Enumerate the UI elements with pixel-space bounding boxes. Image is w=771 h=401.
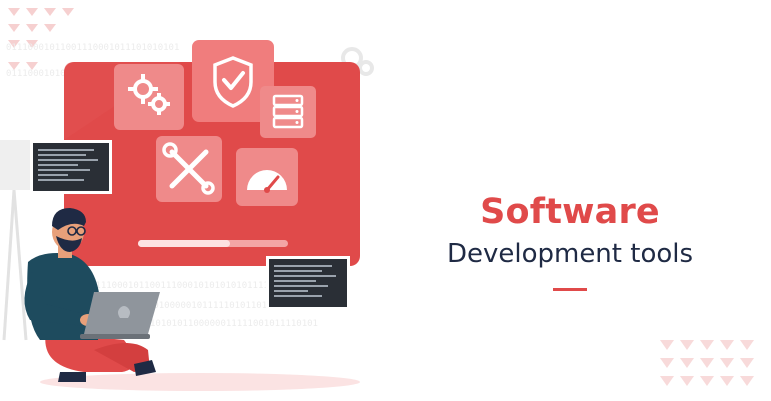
heading-block: Software Development tools [410, 190, 730, 291]
progress-bar-fill [138, 240, 230, 247]
binary-line-e: 1010101100000011111001011110101 [150, 319, 318, 329]
speedometer-tile [236, 148, 298, 206]
tools-tile [156, 136, 222, 202]
triangle-pattern-bottom-right [660, 340, 754, 386]
floor-shadow [40, 373, 360, 391]
page-subtitle: Development tools [446, 239, 694, 269]
code-window-left [30, 140, 112, 194]
banner: 01110001011001110001011101010101 0111000… [0, 0, 771, 401]
gears-tile [114, 64, 184, 130]
title-underline [553, 288, 587, 291]
code-window-right [266, 256, 350, 310]
binary-line-a: 01110001011001110001011101010101 [6, 43, 179, 53]
page-title: Software [480, 192, 660, 232]
triangle-pattern-top-left [8, 8, 74, 70]
server-tile [260, 86, 316, 138]
